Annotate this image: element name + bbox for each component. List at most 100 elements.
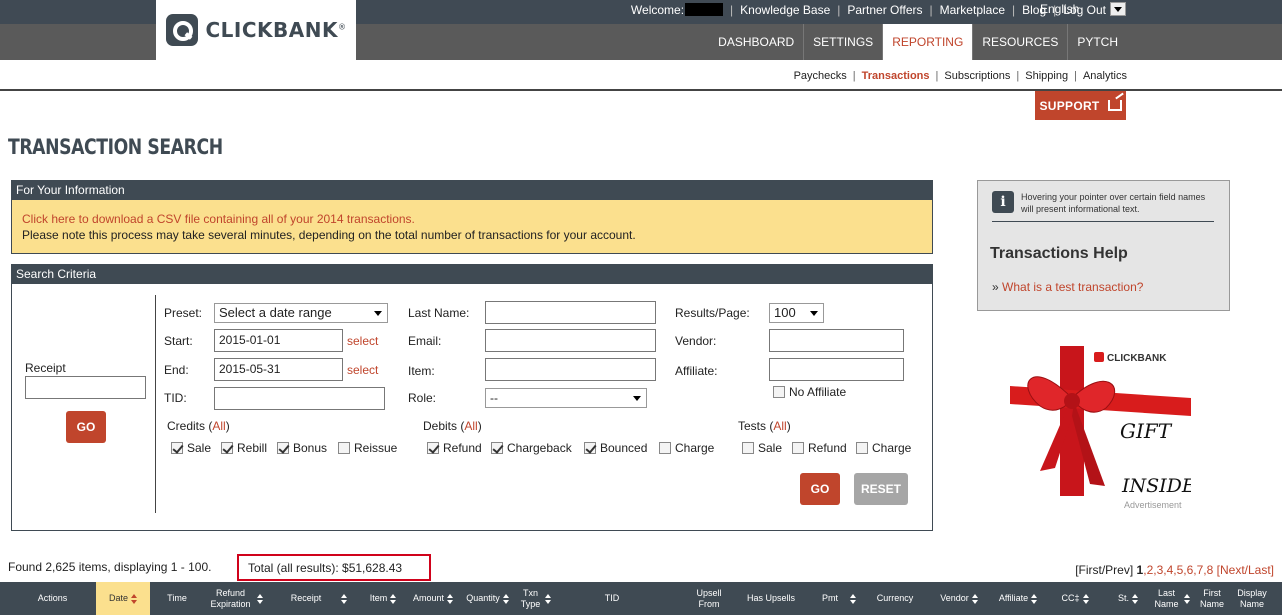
tid-input[interactable] (214, 387, 385, 410)
sort-icon[interactable] (971, 593, 978, 604)
col-txn-type[interactable]: Txn Type (516, 582, 554, 615)
col-date[interactable]: Date (96, 582, 150, 615)
checkbox-box[interactable] (659, 442, 671, 454)
debits-all-link[interactable]: All (464, 419, 477, 433)
tests-all-link[interactable]: All (773, 419, 786, 433)
reset-button[interactable]: RESET (854, 473, 908, 505)
link-knowledge-base[interactable]: Knowledge Base (740, 3, 830, 17)
link-partner-offers[interactable]: Partner Offers (847, 3, 922, 17)
test-refund-checkbox[interactable]: Refund (792, 441, 847, 455)
checkbox-box[interactable] (427, 442, 439, 454)
pager-first-prev[interactable]: [First/Prev] (1075, 563, 1133, 577)
checkbox-box[interactable] (221, 442, 233, 454)
col-item[interactable]: Item (362, 582, 404, 615)
sort-icon[interactable] (341, 593, 348, 604)
checkbox-box[interactable] (584, 442, 596, 454)
checkbox-box[interactable] (742, 442, 754, 454)
col-has-upsells[interactable]: Has Upsells (740, 582, 802, 615)
test-transaction-link[interactable]: What is a test transaction? (1002, 280, 1143, 294)
nav-dashboard[interactable]: DASHBOARD (709, 24, 803, 60)
checkbox-box[interactable] (171, 442, 183, 454)
col-quantity[interactable]: Quantity (461, 582, 514, 615)
sort-icon[interactable] (256, 593, 263, 604)
link-marketplace[interactable]: Marketplace (940, 3, 1005, 17)
checkbox-box[interactable] (338, 442, 350, 454)
end-date-input[interactable]: 2015-05-31 (214, 358, 343, 381)
pager-page-links[interactable]: ,2,3,4,5,6,7,8 (1143, 563, 1213, 577)
nav-settings[interactable]: SETTINGS (803, 24, 882, 60)
receipt-go-button[interactable]: GO (66, 411, 106, 443)
credit-rebill-checkbox[interactable]: Rebill (221, 441, 267, 455)
no-affiliate-checkbox[interactable]: No Affiliate (773, 385, 846, 399)
subnav-shipping[interactable]: Shipping (1025, 70, 1068, 82)
sort-icon[interactable] (390, 593, 397, 604)
checkbox-box[interactable] (773, 386, 785, 398)
subnav-paychecks[interactable]: Paychecks (794, 70, 847, 82)
nav-resources[interactable]: RESOURCES (972, 24, 1067, 60)
pager-next-last[interactable]: [Next/Last] (1217, 563, 1274, 577)
test-charge-checkbox[interactable]: Charge (856, 441, 911, 455)
nav-reporting[interactable]: REPORTING (882, 24, 973, 60)
search-go-button[interactable]: GO (800, 473, 840, 505)
col-amount[interactable]: Amount (408, 582, 458, 615)
end-select-link[interactable]: select (347, 363, 378, 377)
col-status[interactable]: St. (1110, 582, 1146, 615)
receipt-input[interactable] (25, 376, 146, 399)
debit-chargeback-checkbox[interactable]: Chargeback (491, 441, 572, 455)
item-input[interactable] (485, 358, 656, 381)
subnav-transactions[interactable]: Transactions (862, 70, 930, 82)
credit-sale-checkbox[interactable]: Sale (171, 441, 211, 455)
col-affiliate[interactable]: Affiliate (992, 582, 1044, 615)
col-upsell-from[interactable]: Upsell From (690, 582, 728, 615)
credits-all-link[interactable]: All (212, 419, 225, 433)
test-sale-checkbox[interactable]: Sale (742, 441, 782, 455)
col-currency[interactable]: Currency (872, 582, 918, 615)
subnav-subscriptions[interactable]: Subscriptions (944, 70, 1010, 82)
start-select-link[interactable]: select (347, 334, 378, 348)
credit-bonus-checkbox[interactable]: Bonus (277, 441, 327, 455)
col-vendor[interactable]: Vendor (934, 582, 984, 615)
preset-select[interactable]: Select a date range (214, 303, 388, 323)
col-first-name[interactable]: First Name (1196, 582, 1228, 615)
checkbox-box[interactable] (491, 442, 503, 454)
debit-bounced-checkbox[interactable]: Bounced (584, 441, 647, 455)
sort-icon[interactable] (1082, 593, 1089, 604)
subnav-analytics[interactable]: Analytics (1083, 70, 1127, 82)
debit-refund-checkbox[interactable]: Refund (427, 441, 482, 455)
role-select[interactable]: -- (485, 388, 647, 408)
clickbank-logo[interactable]: CLICKBANK® (156, 0, 356, 60)
gift-advertisement[interactable]: CLICKBANK GIFT INSIDE (1010, 346, 1196, 497)
results-per-page-select[interactable]: 100 (769, 303, 824, 323)
nav-pytch[interactable]: PYTCH (1067, 24, 1127, 60)
checkbox-box[interactable] (277, 442, 289, 454)
sort-icon[interactable] (1132, 593, 1138, 604)
col-time[interactable]: Time (158, 582, 196, 615)
email-input[interactable] (485, 329, 656, 352)
col-cc[interactable]: CC‡ (1055, 582, 1095, 615)
affiliate-input[interactable] (769, 358, 904, 381)
col-pmt[interactable]: Pmt (818, 582, 860, 615)
col-display-name[interactable]: Display Name (1234, 582, 1270, 615)
start-date-input[interactable]: 2015-01-01 (214, 329, 343, 352)
vendor-input[interactable] (769, 329, 904, 352)
last-name-input[interactable] (485, 301, 656, 324)
sort-icon[interactable] (1031, 593, 1038, 604)
sort-icon[interactable] (1183, 593, 1190, 604)
debit-charge-checkbox[interactable]: Charge (659, 441, 714, 455)
col-last-name[interactable]: Last Name (1150, 582, 1192, 615)
sort-icon[interactable] (850, 593, 856, 604)
language-dropdown-arrow-icon[interactable] (1110, 2, 1126, 16)
col-receipt[interactable]: Receipt (283, 582, 355, 615)
sort-icon[interactable] (502, 593, 509, 604)
sort-icon[interactable] (131, 593, 137, 604)
support-button[interactable]: SUPPORT (1035, 91, 1126, 120)
checkbox-box[interactable] (856, 442, 868, 454)
sort-icon[interactable] (544, 593, 551, 604)
col-tid[interactable]: TID (590, 582, 634, 615)
credit-reissue-checkbox[interactable]: Reissue (338, 441, 397, 455)
checkbox-box[interactable] (792, 442, 804, 454)
language-select-label[interactable]: English (1040, 2, 1079, 16)
sort-icon[interactable] (447, 593, 454, 604)
col-refund-expiration[interactable]: Refund Expiration (203, 582, 267, 615)
csv-download-link[interactable]: Click here to download a CSV file contai… (22, 211, 922, 227)
